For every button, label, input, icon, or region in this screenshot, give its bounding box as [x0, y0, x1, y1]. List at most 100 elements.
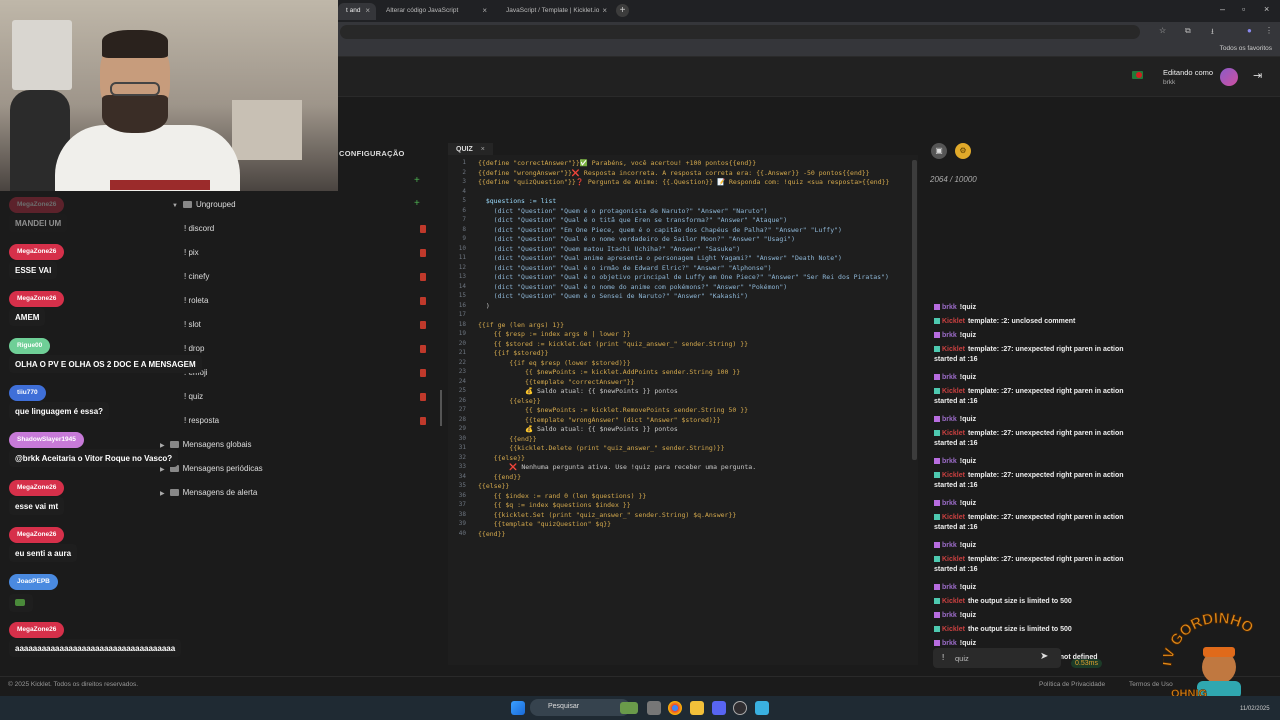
code-line[interactable]: {{kicklet.Set (print "quiz_answer_" send…: [478, 511, 737, 519]
url-input[interactable]: [340, 25, 1140, 39]
browser-tab-active[interactable]: t and ×: [338, 3, 376, 20]
trash-icon[interactable]: [420, 369, 426, 377]
close-window-icon[interactable]: ×: [1264, 4, 1269, 14]
widget-icon[interactable]: [620, 702, 638, 714]
trash-icon[interactable]: [420, 321, 426, 329]
command-item[interactable]: ! drop: [184, 344, 204, 353]
folder-global-messages[interactable]: ▶ Mensagens globais: [160, 440, 252, 449]
trash-icon[interactable]: [420, 297, 426, 305]
close-icon[interactable]: ×: [365, 6, 370, 15]
profile-icon[interactable]: ●: [1247, 26, 1252, 35]
trash-icon[interactable]: [420, 393, 426, 401]
code-line[interactable]: {{end}}: [478, 435, 536, 443]
app-icon[interactable]: [755, 701, 769, 715]
command-item[interactable]: ! slot: [184, 320, 201, 329]
taskbar-search[interactable]: Pesquisar: [530, 699, 630, 716]
code-line[interactable]: {{define "quizQuestion"}}❓ Pergunta de A…: [478, 178, 889, 186]
command-item[interactable]: ! discord: [184, 224, 214, 233]
task-view-icon[interactable]: [647, 701, 661, 715]
log-bot-response: Kicklet template: :27: unexpected right p…: [934, 387, 1124, 406]
menu-icon[interactable]: ⋮: [1265, 26, 1273, 35]
code-line[interactable]: {{ $newPoints := kicklet.RemovePoints se…: [478, 406, 748, 414]
user-badge-icon: [934, 304, 940, 311]
group-ungrouped[interactable]: ▼ Ungrouped: [172, 200, 236, 209]
editor-scrollbar[interactable]: [912, 160, 917, 460]
code-line[interactable]: (dict "Question" "Qual anime apresenta o…: [478, 254, 842, 262]
avatar[interactable]: [1220, 68, 1238, 86]
code-line[interactable]: $questions := list: [478, 197, 556, 205]
code-line[interactable]: {{ $index := rand 0 (len $questions) }}: [478, 492, 647, 500]
code-line[interactable]: {{ $newPoints := kicklet.AddPoints sende…: [478, 368, 740, 376]
browser-tab[interactable]: Alterar código JavaScript ×: [378, 3, 493, 20]
code-line[interactable]: {{else}}: [478, 454, 525, 462]
command-item[interactable]: ! pix: [184, 248, 199, 257]
code-line[interactable]: {{template "wrongAnswer" (dict "Answer" …: [478, 416, 721, 424]
privacy-link[interactable]: Política de Privacidade: [1039, 681, 1105, 688]
obs-icon[interactable]: [733, 701, 747, 715]
command-item[interactable]: ! cinefy: [184, 272, 209, 281]
code-line[interactable]: {{template "correctAnswer"}}: [478, 378, 635, 386]
code-line[interactable]: {{end}}: [478, 530, 505, 538]
code-line[interactable]: {{ $q := index $questions $index }}: [478, 501, 631, 509]
close-icon[interactable]: ×: [481, 146, 485, 153]
minimize-icon[interactable]: –: [1220, 4, 1225, 14]
discord-icon[interactable]: [712, 701, 726, 715]
code-line[interactable]: {{template "quizQuestion" $q}}: [478, 520, 611, 528]
input-value[interactable]: quiz: [955, 654, 969, 663]
code-line[interactable]: ❌ Nenhuma pergunta ativa. Use !quiz para…: [478, 463, 756, 471]
code-line[interactable]: (dict "Question" "Qual é o nome do anime…: [478, 283, 788, 291]
trash-icon[interactable]: [420, 249, 426, 257]
settings-icon[interactable]: ⚙: [955, 143, 971, 159]
extensions-icon[interactable]: ⧉: [1185, 26, 1191, 36]
code-line[interactable]: (dict "Question" "Quem é o Sensei de Nar…: [478, 292, 748, 300]
chrome-icon[interactable]: [668, 701, 682, 715]
all-bookmarks-link[interactable]: Todos os favoritos: [1220, 45, 1272, 52]
code-line[interactable]: {{ $resp := index args 0 | lower }}: [478, 330, 631, 338]
trash-icon[interactable]: [420, 273, 426, 281]
add-group-icon[interactable]: +: [414, 198, 420, 209]
trash-icon[interactable]: [420, 345, 426, 353]
code-line[interactable]: {{define "correctAnswer"}}✅ Parabéns, vo…: [478, 159, 756, 167]
code-line[interactable]: (dict "Question" "Qual é o irmão de Edwa…: [478, 264, 772, 272]
code-line[interactable]: {{else}}: [478, 397, 540, 405]
command-item[interactable]: ! roleta: [184, 296, 208, 305]
code-line[interactable]: {{kicklet.Delete (print "quiz_answer_" s…: [478, 444, 724, 452]
code-line[interactable]: ): [478, 302, 490, 310]
maximize-icon[interactable]: ▫: [1242, 4, 1245, 14]
code-line[interactable]: 💰 Saldo atual: {{ $newPoints }} pontos: [478, 387, 678, 395]
download-icon[interactable]: ⭳: [1211, 26, 1214, 40]
code-line[interactable]: (dict "Question" "Quem matou Itachi Uchi…: [478, 245, 741, 253]
code-line[interactable]: {{if ge (len args) 1}}: [478, 321, 564, 329]
log-bot-response: Kicklet the output size is limited to 500: [934, 597, 1124, 607]
close-icon[interactable]: ×: [482, 6, 487, 15]
command-item[interactable]: ! resposta: [184, 416, 219, 425]
trash-icon[interactable]: [420, 417, 426, 425]
add-command-icon[interactable]: +: [414, 175, 420, 186]
send-icon[interactable]: ➤: [1040, 651, 1048, 662]
star-icon[interactable]: ☆: [1159, 26, 1166, 35]
new-tab-button[interactable]: +: [616, 4, 629, 17]
code-line[interactable]: (dict "Question" "Qual é o titã que Eren…: [478, 216, 788, 224]
code-line[interactable]: (dict "Question" "Qual é o objetivo prin…: [478, 273, 889, 281]
code-line[interactable]: (dict "Question" "Em One Piece, quem é o…: [478, 226, 842, 234]
code-line[interactable]: {{ $stored := kicklet.Get (print "quiz_a…: [478, 340, 748, 348]
code-line[interactable]: (dict "Question" "Qual é o nome verdadei…: [478, 235, 795, 243]
code-line[interactable]: {{end}}: [478, 473, 521, 481]
file-explorer-icon[interactable]: [690, 701, 704, 715]
code-line[interactable]: {{if $stored}}: [478, 349, 549, 357]
code-line[interactable]: {{define "wrongAnswer"}}❌ Resposta incor…: [478, 169, 870, 177]
code-line[interactable]: 💰 Saldo atual: {{ $newPoints }} pontos: [478, 425, 678, 433]
close-icon[interactable]: ×: [602, 6, 607, 15]
code-line[interactable]: {{else}}: [478, 482, 509, 490]
code-line[interactable]: (dict "Question" "Quem é o protagonista …: [478, 207, 768, 215]
browser-tab[interactable]: JavaScript / Template | Kicklet.io ×: [498, 3, 613, 20]
windows-start-icon[interactable]: [511, 701, 525, 715]
code-line[interactable]: {{if eq $resp (lower $stored)}}: [478, 359, 630, 367]
save-icon[interactable]: ▣: [931, 143, 947, 159]
command-item[interactable]: ! quiz: [184, 392, 203, 401]
folder-alert-messages[interactable]: ▶ Mensagens de alerta: [160, 488, 257, 497]
logout-icon[interactable]: ⇥: [1253, 69, 1262, 82]
trash-icon[interactable]: [420, 225, 426, 233]
language-flag-icon[interactable]: [1132, 71, 1143, 79]
split-handle[interactable]: [440, 390, 442, 426]
